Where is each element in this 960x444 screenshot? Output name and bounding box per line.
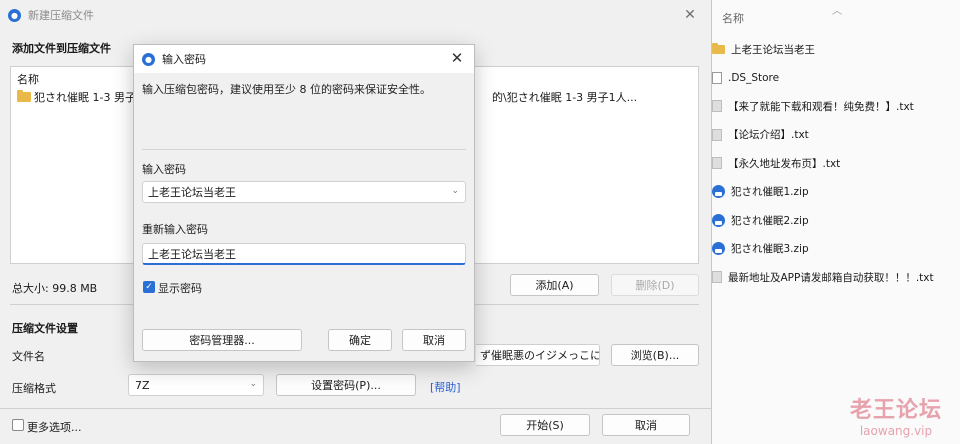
app-icon: ● — [142, 52, 155, 66]
watermark-url: laowang.vip — [859, 424, 933, 438]
explorer-items: 上老王论坛当老王 .DS_Store 【来了就能下载和观看！纯免费！】.txt … — [712, 35, 960, 292]
list-item[interactable]: 【来了就能下载和观看！纯免费！】.txt — [712, 92, 960, 121]
format-label: 压缩格式 — [12, 382, 56, 395]
zip-file-icon — [712, 242, 725, 256]
filename-label: 文件名 — [12, 350, 45, 363]
archive-settings-title: 压缩文件设置 — [12, 322, 78, 335]
list-item[interactable]: 犯され催眠2.zip — [712, 206, 960, 235]
file-row-path: 的\犯され催眠 1-3 男子1人... — [492, 91, 638, 104]
filename-input[interactable]: ず催眠悪のイジメっこに辱 — [476, 344, 600, 366]
more-options-checkbox[interactable] — [12, 419, 24, 431]
password-manager-button[interactable]: 密码管理器... — [142, 329, 302, 351]
show-password-checkbox[interactable]: ✓ — [143, 281, 155, 293]
format-select[interactable]: 7Z ⌄ — [128, 374, 264, 396]
password-dialog: ● 输入密码 ✕ 输入压缩包密码，建议使用至少 8 位的密码来保证安全性。 输入… — [133, 44, 475, 362]
confirm-password-label: 重新输入密码 — [142, 223, 208, 236]
divider — [142, 149, 466, 150]
text-file-icon — [712, 100, 722, 113]
item-label: 【来了就能下载和观看！纯免费！】.txt — [728, 100, 914, 113]
item-label: 最新地址及APP请发邮箱自动获取！！！.txt — [728, 271, 934, 284]
format-value: 7Z — [135, 378, 150, 392]
cancel-button[interactable]: 取消 — [602, 414, 690, 436]
show-password-label: 显示密码 — [158, 282, 202, 295]
delete-button[interactable]: 删除(D) — [611, 274, 699, 296]
folder-icon — [712, 42, 725, 54]
confirm-password-field[interactable]: 上老王论坛当老王 — [142, 243, 466, 265]
list-item[interactable]: 上老王论坛当老王 — [712, 35, 960, 64]
list-item[interactable]: 【永久地址发布页】.txt — [712, 149, 960, 178]
password-field[interactable]: 上老王论坛当老王 ⌄ — [142, 181, 466, 203]
chevron-down-icon: ⌄ — [249, 379, 257, 389]
close-icon[interactable]: ✕ — [681, 6, 699, 24]
zip-file-icon — [712, 185, 725, 199]
watermark-name: 老王论坛 — [849, 397, 942, 423]
list-item[interactable]: .DS_Store — [712, 64, 960, 93]
password-dialog-title: 输入密码 — [162, 53, 206, 66]
more-options-label: 更多选项... — [27, 421, 82, 434]
list-item[interactable]: 最新地址及APP请发邮箱自动获取！！！.txt — [712, 263, 960, 292]
text-file-icon — [712, 157, 722, 170]
item-label: .DS_Store — [728, 71, 780, 84]
file-row-name: 犯され催眠 1-3 男子 — [34, 91, 136, 104]
add-files-section-title: 添加文件到压缩文件 — [12, 42, 111, 55]
folder-icon — [17, 90, 31, 102]
watermark: 老王论坛 laowang.vip — [850, 392, 942, 438]
item-label: 上老王论坛当老王 — [731, 43, 815, 56]
password-dialog-body: 输入压缩包密码，建议使用至少 8 位的密码来保证安全性。 输入密码 上老王论坛当… — [134, 73, 474, 361]
text-file-icon — [712, 271, 722, 284]
list-item[interactable]: 犯され催眠1.zip — [712, 178, 960, 207]
start-button[interactable]: 开始(S) — [500, 414, 590, 436]
set-password-button[interactable]: 设置密码(P)... — [276, 374, 416, 396]
item-label: 犯され催眠3.zip — [731, 243, 809, 256]
zip-file-icon — [712, 213, 725, 227]
close-icon[interactable]: ✕ — [448, 49, 466, 67]
text-file-icon — [712, 128, 722, 141]
list-item[interactable]: 【论坛介绍】.txt — [712, 121, 960, 150]
help-link[interactable]: [帮助] — [430, 379, 461, 395]
name-column-header[interactable]: 名称 — [722, 10, 744, 26]
add-button[interactable]: 添加(A) — [510, 274, 599, 296]
file-icon — [712, 71, 722, 84]
files-column-header: 名称 — [17, 73, 39, 86]
archive-titlebar: ● 新建压缩文件 ✕ — [0, 0, 711, 30]
chevron-up-icon: ︿ — [832, 6, 842, 17]
confirm-password-value: 上老王论坛当老王 — [148, 247, 236, 261]
password-dialog-titlebar: ● 输入密码 ✕ — [134, 45, 474, 73]
browse-button[interactable]: 浏览(B)... — [611, 344, 699, 366]
item-label: 犯され催眠2.zip — [731, 214, 809, 227]
divider — [0, 408, 711, 409]
file-explorer-list: 名称 ︿ 上老王论坛当老王 .DS_Store 【来了就能下载和观看！纯免费！】… — [712, 0, 960, 444]
total-size: 总大小: 99.8 MB — [12, 282, 98, 295]
app-icon: ● — [8, 8, 21, 22]
filename-value: ず催眠悪のイジメっこに辱 — [480, 349, 600, 362]
item-label: 犯され催眠1.zip — [731, 186, 809, 199]
password-label: 输入密码 — [142, 163, 186, 176]
archive-window-title: 新建压缩文件 — [28, 9, 94, 22]
list-item[interactable]: 犯され催眠 1-3 男子 — [17, 89, 136, 105]
dialog-cancel-button[interactable]: 取消 — [402, 329, 466, 351]
password-value: 上老王论坛当老王 — [148, 186, 236, 199]
chevron-down-icon[interactable]: ⌄ — [451, 186, 459, 196]
list-item[interactable]: 犯され催眠3.zip — [712, 235, 960, 264]
password-hint: 输入压缩包密码，建议使用至少 8 位的密码来保证安全性。 — [142, 83, 431, 96]
item-label: 【永久地址发布页】.txt — [728, 157, 841, 170]
item-label: 【论坛介绍】.txt — [728, 129, 809, 142]
ok-button[interactable]: 确定 — [328, 329, 392, 351]
